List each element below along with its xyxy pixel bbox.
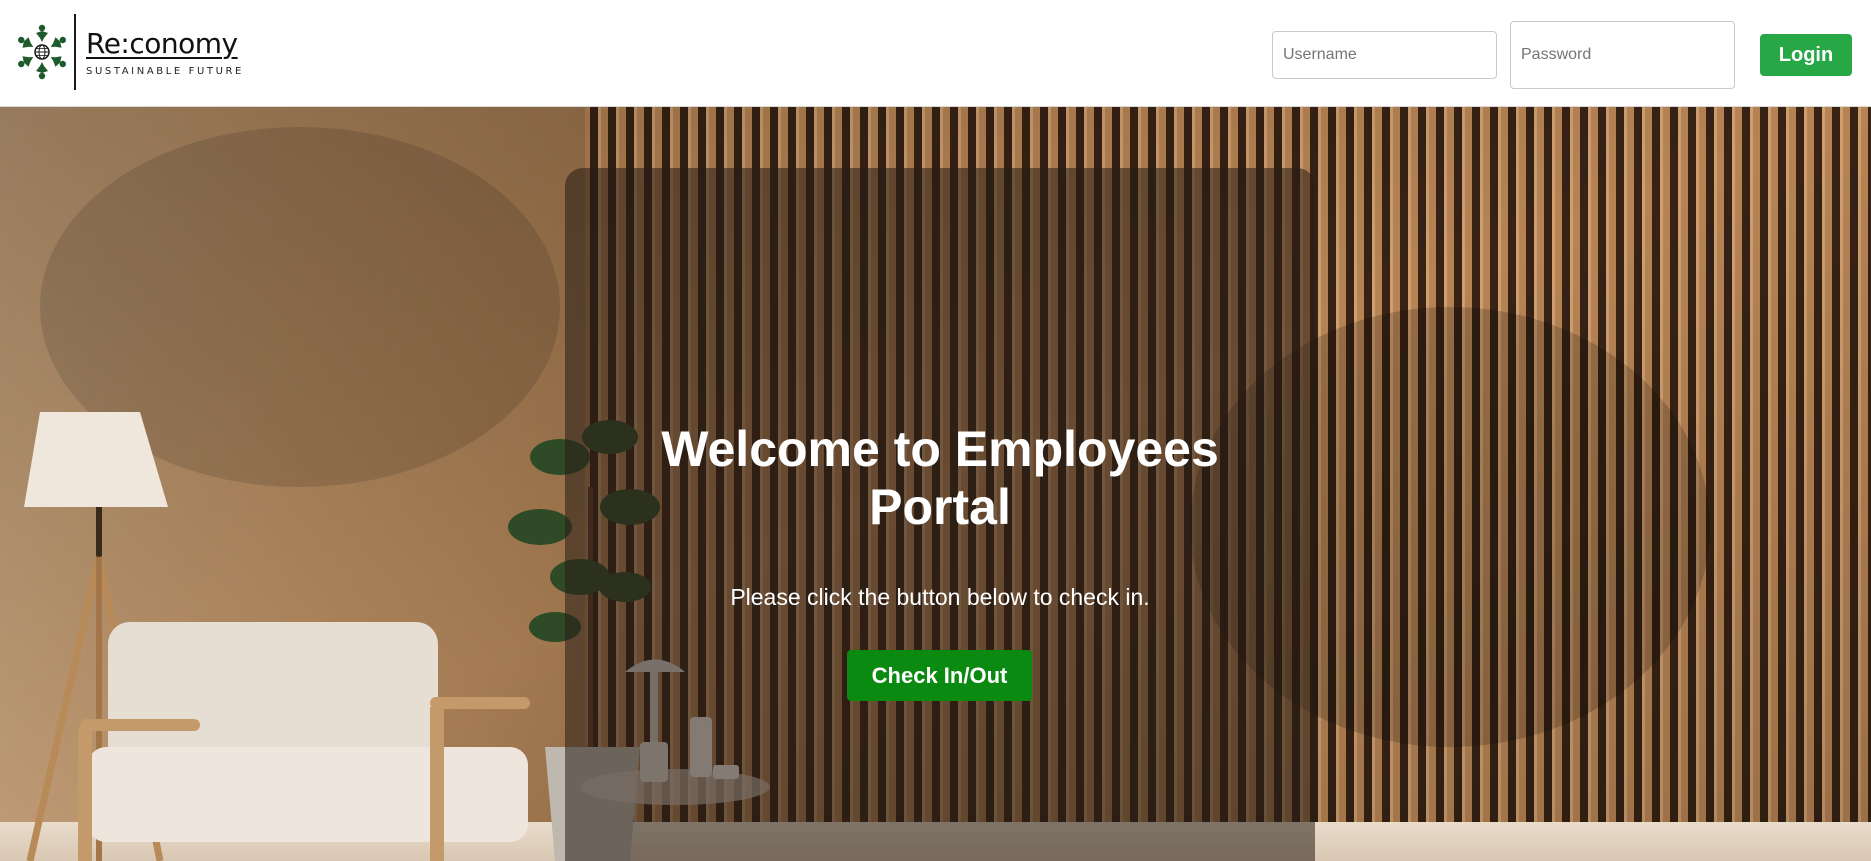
page: Re:conomy SUSTAINABLE FUTURE Login	[0, 0, 1871, 861]
username-input[interactable]	[1272, 31, 1497, 79]
welcome-title-line1: Welcome to Employees	[661, 421, 1219, 477]
brand-name: Re:conomy	[86, 26, 238, 60]
welcome-title-line2: Portal	[869, 479, 1011, 535]
check-in-out-button[interactable]: Check In/Out	[847, 650, 1032, 701]
globe-people-icon	[18, 24, 66, 80]
welcome-title: Welcome to Employees Portal	[565, 420, 1315, 536]
brand-tagline: SUSTAINABLE FUTURE	[86, 65, 244, 77]
brand-logo[interactable]: Re:conomy SUSTAINABLE FUTURE	[15, 14, 244, 90]
logo-divider	[74, 14, 76, 90]
login-button[interactable]: Login	[1760, 34, 1852, 76]
welcome-subtitle: Please click the button below to check i…	[730, 584, 1150, 610]
top-header: Re:conomy SUSTAINABLE FUTURE Login	[0, 0, 1871, 107]
brand-text: Re:conomy SUSTAINABLE FUTURE	[86, 26, 244, 77]
password-input[interactable]	[1510, 21, 1735, 89]
